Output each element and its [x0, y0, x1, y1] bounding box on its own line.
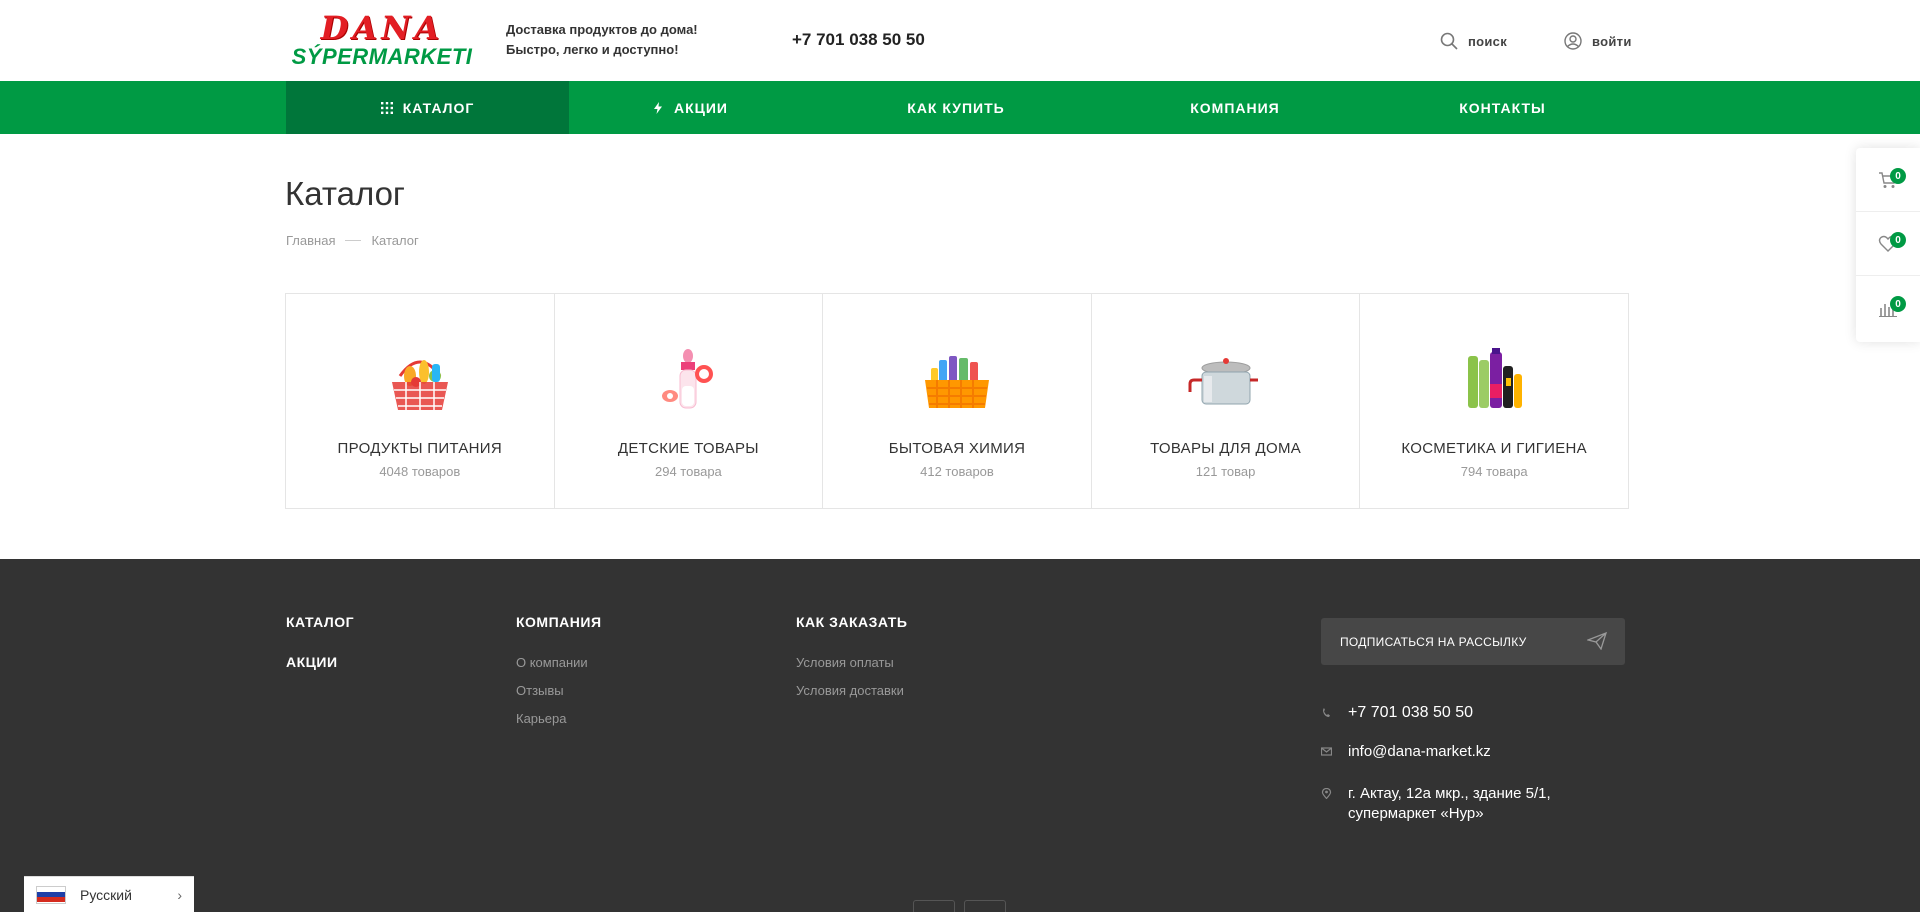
- footer-email[interactable]: info@dana-market.kz: [1321, 742, 1491, 762]
- mail-icon: [1321, 747, 1332, 756]
- category-count: 121 товар: [1195, 464, 1256, 479]
- category-count: 4048 товаров: [379, 464, 461, 479]
- category-count: 294 товара: [654, 464, 722, 479]
- compare-count-badge: 0: [1890, 296, 1906, 312]
- catalog-grid: ПРОДУКТЫ ПИТАНИЯ 4048 товаров ДЕТСКИЕ ТО…: [285, 293, 1629, 509]
- category-name: ТОВАРЫ ДЛЯ ДОМА: [1150, 440, 1302, 457]
- footer-how-to-order-heading[interactable]: КАК ЗАКАЗАТЬ: [796, 614, 907, 630]
- nav-company[interactable]: КОМПАНИЯ: [1101, 81, 1369, 134]
- subscribe-label: ПОДПИСАТЬСЯ НА РАССЫЛКУ: [1340, 634, 1527, 649]
- grid-icon: [380, 101, 393, 114]
- footer-phone[interactable]: +7 701 038 50 50: [1321, 703, 1473, 723]
- header-tagline: Доставка продуктов до дома! Быстро, легк…: [506, 20, 698, 60]
- category-name: ПРОДУКТЫ ПИТАНИЯ: [337, 440, 503, 457]
- site-logo[interactable]: DANA SÝPERMARKETI: [286, 12, 478, 72]
- site-header: DANA SÝPERMARKETI Доставка продуктов до …: [0, 0, 1920, 81]
- footer-phone-text: +7 701 038 50 50: [1348, 704, 1474, 721]
- user-icon: [1564, 32, 1582, 50]
- breadcrumb-current: Каталог: [371, 233, 419, 248]
- cosmetics-icon: [1468, 348, 1523, 408]
- category-card[interactable]: ПРОДУКТЫ ПИТАНИЯ 4048 товаров: [286, 294, 555, 508]
- login-label: войти: [1592, 33, 1632, 49]
- nav-sales-label: АКЦИИ: [673, 99, 728, 116]
- phone-icon: [1323, 708, 1330, 717]
- chevron-right-icon: ›: [177, 887, 182, 903]
- site-footer: КАТАЛОГ АКЦИИ КОМПАНИЯ О компании Отзывы…: [0, 559, 1920, 912]
- search-icon: [1440, 32, 1458, 50]
- compare-button[interactable]: 0: [1856, 276, 1920, 340]
- nav-sales[interactable]: АКЦИИ: [569, 81, 811, 134]
- nav-contacts-label: КОНТАКТЫ: [1459, 99, 1546, 116]
- tagline-line-1: Доставка продуктов до дома!: [506, 22, 698, 37]
- footer-link-delivery[interactable]: Условия доставки: [796, 683, 904, 698]
- side-panel: 0 0 0: [1856, 148, 1920, 342]
- footer-link-about[interactable]: О компании: [516, 655, 588, 670]
- footer-sales-link[interactable]: АКЦИИ: [286, 654, 338, 670]
- category-count: 794 товара: [1460, 464, 1528, 479]
- search-label: поиск: [1468, 33, 1508, 49]
- social-button[interactable]: [913, 900, 955, 912]
- category-name: БЫТОВАЯ ХИМИЯ: [888, 440, 1026, 457]
- social-button[interactable]: [964, 900, 1006, 912]
- grocery-basket-icon: [391, 360, 448, 410]
- lightning-icon: [653, 101, 662, 114]
- footer-address-line-1: г. Актау, 12а мкр., здание 5/1,: [1348, 785, 1551, 802]
- nav-how-to-buy-label: КАК КУПИТЬ: [907, 99, 1005, 116]
- cart-count-badge: 0: [1890, 168, 1906, 184]
- page-title: Каталог: [285, 175, 405, 212]
- footer-catalog-link[interactable]: КАТАЛОГ: [286, 614, 354, 630]
- nav-company-label: КОМПАНИЯ: [1190, 99, 1280, 116]
- nav-contacts[interactable]: КОНТАКТЫ: [1369, 81, 1636, 134]
- footer-address: г. Актау, 12а мкр., здание 5/1, супермар…: [1321, 784, 1551, 824]
- nav-catalog-label: КАТАЛОГ: [402, 99, 475, 116]
- subscribe-button[interactable]: ПОДПИСАТЬСЯ НА РАССЫЛКУ: [1321, 618, 1625, 665]
- nav-how-to-buy[interactable]: КАК КУПИТЬ: [811, 81, 1101, 134]
- category-card[interactable]: БЫТОВАЯ ХИМИЯ 412 товаров: [823, 294, 1092, 508]
- logo-bottom-text: SÝPERMARKETI: [291, 44, 473, 69]
- footer-link-payment[interactable]: Условия оплаты: [796, 655, 894, 670]
- cooking-pot-icon: [1188, 358, 1258, 405]
- favorites-button[interactable]: 0: [1856, 212, 1920, 276]
- cart-button[interactable]: 0: [1856, 148, 1920, 212]
- main-nav: КАТАЛОГ АКЦИИ КАК КУПИТЬ КОМПАНИЯ КОНТАК…: [0, 81, 1920, 134]
- send-icon: [1587, 632, 1607, 650]
- footer-email-text: info@dana-market.kz: [1348, 743, 1491, 760]
- breadcrumb-separator: [345, 240, 362, 241]
- favorites-count-badge: 0: [1890, 232, 1906, 248]
- cleaning-supplies-icon: [924, 356, 989, 408]
- category-card[interactable]: КОСМЕТИКА И ГИГИЕНА 794 товара: [1360, 294, 1628, 508]
- footer-company-heading[interactable]: КОМПАНИЯ: [516, 614, 602, 630]
- search-button[interactable]: поиск: [1440, 32, 1507, 50]
- language-switcher[interactable]: Русский ›: [24, 876, 194, 912]
- breadcrumb: Главная Каталог: [286, 233, 419, 248]
- breadcrumb-home[interactable]: Главная: [286, 233, 335, 248]
- russia-flag-icon: [36, 885, 66, 904]
- footer-link-career[interactable]: Карьера: [516, 711, 567, 726]
- tagline-line-2: Быстро, легко и доступно!: [506, 42, 679, 57]
- category-name: КОСМЕТИКА И ГИГИЕНА: [1401, 440, 1587, 457]
- footer-link-reviews[interactable]: Отзывы: [516, 683, 564, 698]
- footer-address-line-2: супермаркет «Нур»: [1348, 805, 1484, 822]
- category-card[interactable]: ТОВАРЫ ДЛЯ ДОМА 121 товар: [1092, 294, 1361, 508]
- header-phone[interactable]: +7 701 038 50 50: [792, 30, 925, 50]
- baby-bottle-icon: [662, 349, 714, 409]
- logo-top-text: DANA: [320, 9, 444, 47]
- category-name: ДЕТСКИЕ ТОВАРЫ: [617, 440, 759, 457]
- category-card[interactable]: ДЕТСКИЕ ТОВАРЫ 294 товара: [555, 294, 824, 508]
- language-label: Русский: [80, 886, 132, 903]
- location-pin-icon: [1321, 788, 1332, 799]
- login-button[interactable]: войти: [1564, 32, 1632, 50]
- nav-catalog[interactable]: КАТАЛОГ: [286, 81, 569, 134]
- category-count: 412 товаров: [920, 464, 994, 479]
